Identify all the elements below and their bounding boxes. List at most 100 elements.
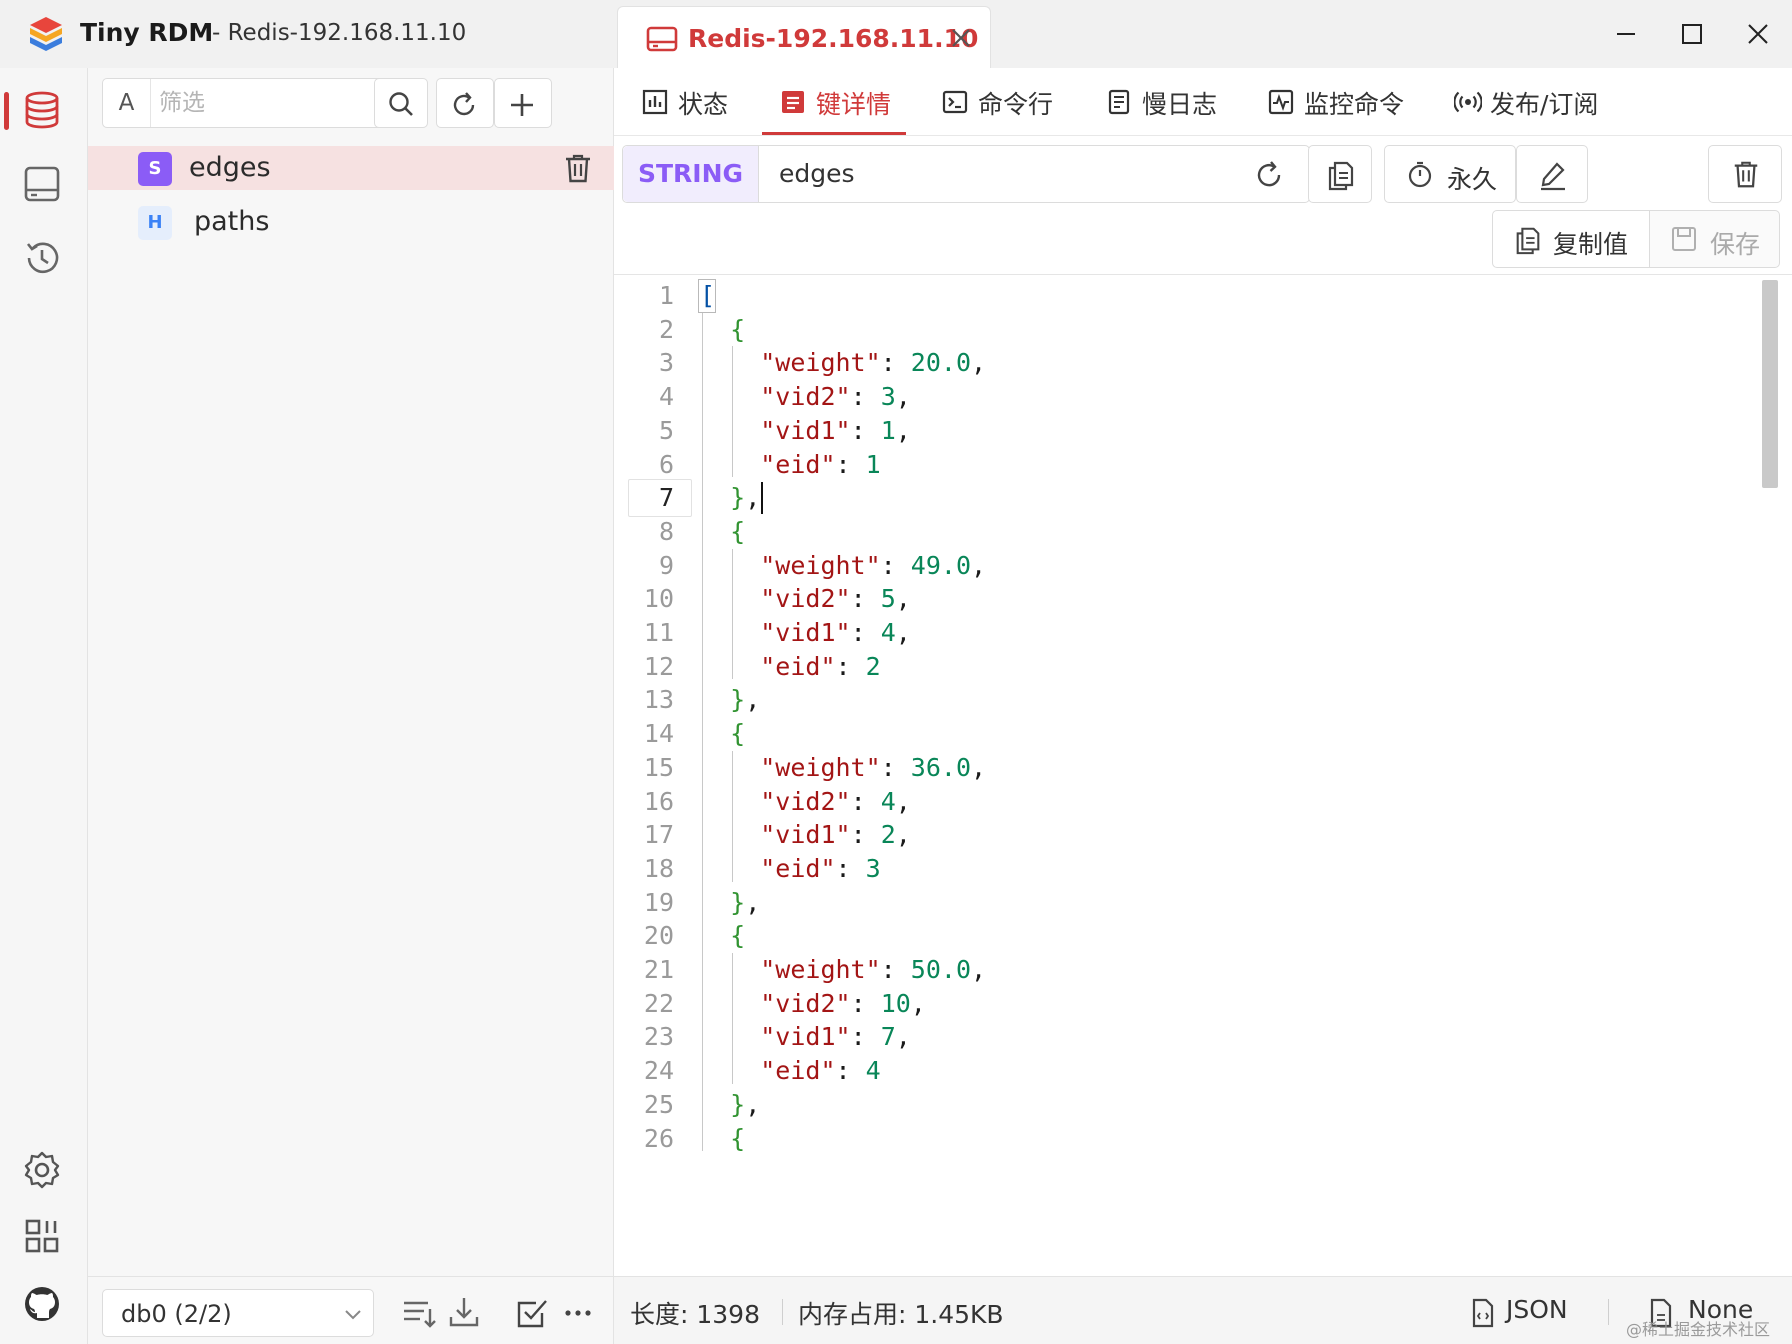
key-row[interactable]: H paths — [88, 200, 614, 244]
ttl-button[interactable]: 永久 — [1384, 145, 1516, 203]
edit-icon — [1541, 162, 1565, 191]
app-logo-icon — [30, 17, 62, 51]
filter-input[interactable] — [159, 87, 359, 119]
type-badge: H — [138, 206, 172, 240]
trash-icon — [1734, 161, 1758, 188]
database-icon[interactable] — [20, 88, 64, 132]
plus-icon — [511, 94, 533, 116]
minimize-button[interactable] — [1596, 12, 1656, 56]
indent-guide — [732, 750, 734, 882]
divider — [1608, 1299, 1609, 1325]
more-icon[interactable] — [558, 1293, 598, 1333]
refresh-icon[interactable] — [1253, 159, 1285, 191]
window-close-button[interactable] — [1728, 12, 1788, 56]
settings-icon[interactable] — [20, 1148, 64, 1192]
indent-guide — [732, 346, 734, 478]
code-line[interactable]: 26 { — [614, 1120, 1774, 1159]
apps-grid-icon[interactable] — [20, 1214, 64, 1258]
title-bar: Tiny RDM - Redis-192.168.11.10 Redis-192… — [0, 0, 1792, 69]
status-bar: 长度: 1398 内存占用: 1.45KB JSON None — [614, 1276, 1792, 1344]
ttl-label: 永久 — [1447, 165, 1498, 194]
github-icon[interactable] — [20, 1282, 64, 1326]
value-editor[interactable]: 1[2 {3 "weight": 20.0, 4 "vid2": 3, 5 "vid… — [614, 276, 1792, 1262]
connection-tab-label: Redis-192.168.11.10 — [688, 24, 979, 53]
active-tab-indicator — [762, 132, 906, 135]
timer-icon — [1408, 161, 1432, 188]
refresh-keys-button[interactable] — [436, 78, 494, 128]
database-bar: db0 (2/2) — [88, 1276, 614, 1344]
divider — [782, 1299, 783, 1325]
monitor-icon — [1268, 89, 1294, 115]
app-name: Tiny RDM — [80, 18, 214, 47]
save-label: 保存 — [1710, 230, 1761, 259]
tab-label: 状态 — [678, 90, 729, 119]
view-format-select[interactable]: JSON — [1506, 1295, 1568, 1324]
batch-select-icon[interactable] — [512, 1293, 552, 1333]
save-button[interactable]: 保存 — [1649, 210, 1780, 268]
window-subtitle: - Redis-192.168.11.10 — [212, 20, 467, 46]
key-bar: STRING edges 永久 — [622, 145, 1784, 203]
code-text: { — [730, 1123, 746, 1153]
server-icon — [646, 26, 678, 52]
key-type-label: STRING — [623, 146, 759, 202]
key-name-value[interactable]: edges — [779, 159, 855, 188]
indent-guide — [732, 953, 734, 1084]
tab-label: 监控命令 — [1304, 90, 1405, 119]
db-select-value: db0 (2/2) — [121, 1300, 232, 1328]
main-panel: 状态 键详情 命令行 慢日志 监控命令 发布/订阅 STRING edges 永… — [614, 68, 1792, 1276]
save-icon — [1672, 227, 1696, 251]
divider — [614, 274, 1792, 275]
filter-bar: A — [102, 78, 604, 128]
tab-label: 发布/订阅 — [1490, 90, 1599, 119]
tab-label: 命令行 — [978, 90, 1054, 119]
pubsub-icon — [1454, 91, 1482, 113]
trash-icon[interactable] — [562, 152, 594, 184]
format-icon — [1472, 1298, 1494, 1328]
refresh-icon — [453, 92, 475, 116]
server-icon[interactable] — [20, 162, 64, 206]
copy-icon — [1516, 227, 1540, 255]
bracket-match-highlight — [698, 279, 716, 313]
load-more-icon[interactable] — [444, 1293, 484, 1333]
type-badge: S — [138, 152, 172, 186]
add-key-button[interactable] — [494, 78, 552, 128]
indent-guide — [702, 312, 703, 1152]
history-icon[interactable] — [20, 236, 64, 280]
value-actions: 复制值 保存 — [1492, 210, 1780, 268]
indent-guide — [732, 548, 734, 680]
rail-active-indicator — [4, 92, 9, 130]
copy-value-label: 复制值 — [1553, 230, 1629, 259]
copy-icon — [1328, 161, 1354, 191]
tab-label: 键详情 — [816, 90, 892, 119]
text-caret — [761, 482, 764, 515]
key-row[interactable]: S edges — [88, 146, 614, 190]
maximize-button[interactable] — [1662, 12, 1722, 56]
key-browser: A S edges — [88, 68, 614, 1276]
search-icon — [389, 92, 413, 116]
sort-icon[interactable] — [398, 1293, 438, 1333]
filter-field: A — [102, 78, 418, 128]
rename-button[interactable] — [1516, 145, 1588, 203]
delete-key-button[interactable] — [1708, 145, 1782, 203]
terminal-icon — [942, 90, 968, 114]
nav-rail — [0, 68, 88, 1344]
tab-connection[interactable]: Redis-192.168.11.10 — [617, 6, 991, 69]
close-icon[interactable] — [948, 25, 974, 51]
copy-key-button[interactable] — [1308, 145, 1372, 203]
tab-label: 慢日志 — [1142, 90, 1218, 119]
watermark: @稀土掘金技术社区 — [1626, 1320, 1771, 1339]
line-number: 26 — [643, 1123, 674, 1153]
sub-tabs: 状态 键详情 命令行 慢日志 监控命令 发布/订阅 — [614, 68, 1792, 136]
chevron-down-icon — [345, 1310, 361, 1320]
key-name: paths — [194, 206, 270, 237]
value-length: 长度: 1398 — [630, 1300, 760, 1329]
db-select[interactable]: db0 (2/2) — [102, 1289, 374, 1337]
key-detail-icon — [782, 91, 804, 113]
key-field: STRING edges — [622, 145, 1310, 203]
memory-usage: 内存占用: 1.45KB — [798, 1300, 1004, 1329]
copy-value-button[interactable]: 复制值 — [1492, 210, 1650, 268]
filter-mode-button[interactable]: A — [103, 79, 151, 127]
slowlog-icon — [1108, 89, 1130, 115]
status-icon — [642, 89, 668, 115]
search-button[interactable] — [374, 78, 428, 128]
